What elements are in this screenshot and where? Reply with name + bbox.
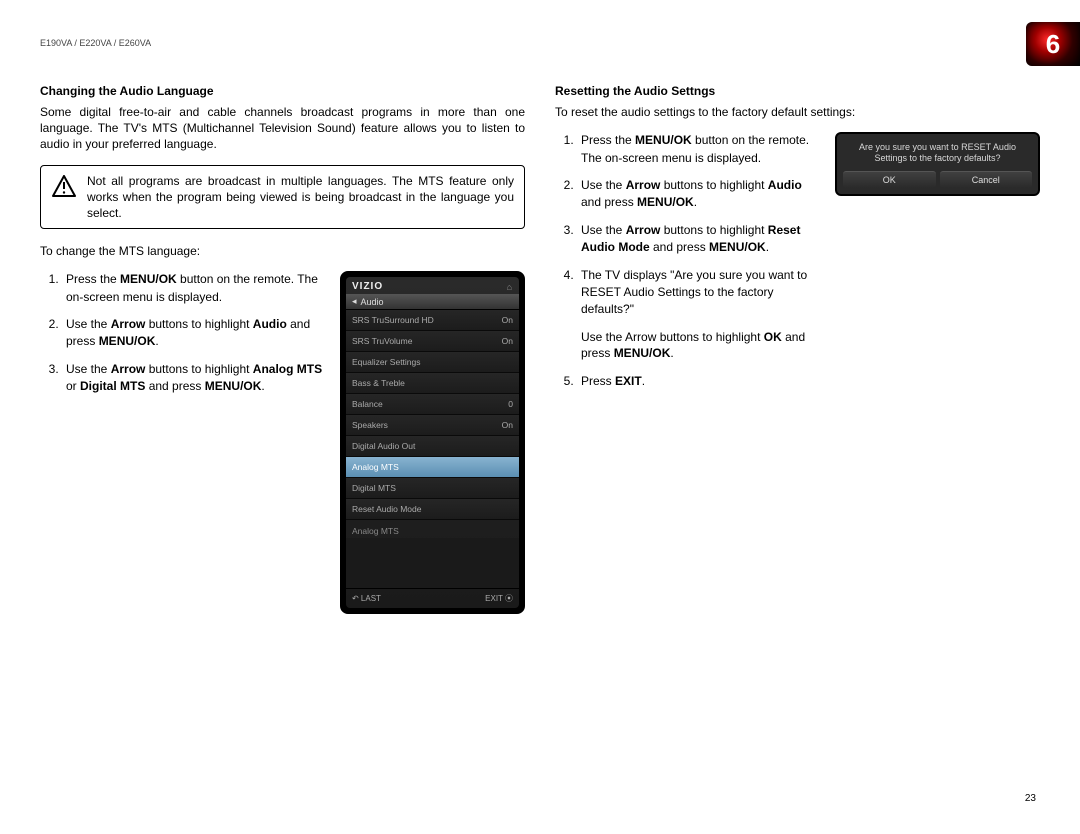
step-3: Use the Arrow buttons to highlight Analo…: [62, 361, 328, 396]
rstep-4: The TV displays "Are you sure you want t…: [577, 267, 821, 362]
intro-reset-audio: To reset the audio settings to the facto…: [555, 104, 1040, 120]
osd-row: Reset Audio Mode: [346, 499, 519, 520]
osd-row: Digital MTS: [346, 478, 519, 499]
osd-section-label: Analog MTS: [346, 520, 519, 538]
osd-row: Equalizer Settings: [346, 352, 519, 373]
note-text: Not all programs are broadcast in multip…: [87, 173, 514, 222]
note-box: Not all programs are broadcast in multip…: [40, 165, 525, 230]
rstep-5: Press EXIT.: [577, 373, 821, 390]
osd-row: SRS TruVolumeOn: [346, 331, 519, 352]
steps-audio-language: Press the MENU/OK button on the remote. …: [40, 271, 328, 395]
heading-audio-language: Changing the Audio Language: [40, 84, 525, 98]
osd-footer-exit: EXIT ⦿: [485, 593, 513, 604]
osd-brand: VIZIO: [352, 281, 383, 292]
dialog-text: Are you sure you want to RESET Audio Set…: [841, 138, 1034, 171]
back-arrow-icon: ◂: [352, 296, 357, 307]
model-number: E190VA / E220VA / E260VA: [40, 38, 151, 48]
intro-audio-language: Some digital free-to-air and cable chann…: [40, 104, 525, 153]
osd-row: SRS TruSurround HDOn: [346, 310, 519, 331]
step-2: Use the Arrow buttons to highlight Audio…: [62, 316, 328, 351]
rstep-2: Use the Arrow buttons to highlight Audio…: [577, 177, 821, 212]
manual-page: E190VA / E220VA / E260VA 6 Changing the …: [0, 0, 1080, 834]
osd-row: Analog MTS: [346, 457, 519, 478]
osd-row: SpeakersOn: [346, 415, 519, 436]
column-right: Resetting the Audio Settngs To reset the…: [555, 84, 1040, 614]
osd-row: Balance0: [346, 394, 519, 415]
step-1: Press the MENU/OK button on the remote. …: [62, 271, 328, 306]
heading-reset-audio: Resetting the Audio Settngs: [555, 84, 1040, 98]
dialog-cancel-button[interactable]: Cancel: [940, 171, 1033, 188]
osd-row: Digital Audio Out: [346, 436, 519, 457]
page-number: 23: [1025, 793, 1036, 804]
lead-text: To change the MTS language:: [40, 243, 525, 259]
osd-row: Bass & Treble: [346, 373, 519, 394]
osd-rows: SRS TruSurround HDOnSRS TruVolumeOnEqual…: [346, 310, 519, 520]
osd-tab-audio: ◂ Audio: [346, 294, 519, 310]
steps-reset-audio: Press the MENU/OK button on the remote. …: [555, 132, 821, 390]
home-icon: ⌂: [507, 282, 513, 292]
column-left: Changing the Audio Language Some digital…: [40, 84, 525, 614]
warning-icon: [51, 175, 77, 197]
osd-audio-menu: VIZIO ⌂ ◂ Audio SRS TruSurround HDOnSRS …: [340, 271, 525, 614]
rstep-3: Use the Arrow buttons to highlight Reset…: [577, 222, 821, 257]
osd-footer-last: ↶ LAST: [352, 594, 381, 603]
dialog-ok-button[interactable]: OK: [843, 171, 936, 188]
rstep-1: Press the MENU/OK button on the remote. …: [577, 132, 821, 167]
chapter-tab: 6: [1026, 22, 1080, 66]
reset-confirm-dialog: Are you sure you want to RESET Audio Set…: [835, 132, 1040, 196]
